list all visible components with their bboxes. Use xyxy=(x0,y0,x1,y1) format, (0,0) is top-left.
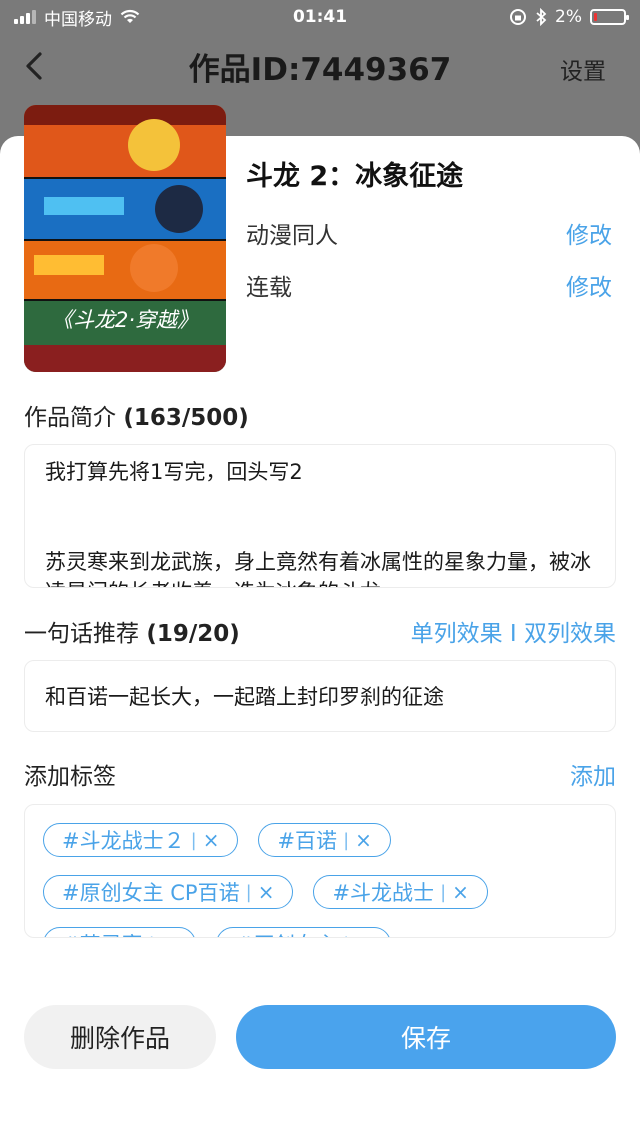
tag-label: #原创女主 CP百诺 xyxy=(62,881,240,905)
status-value: 连载 xyxy=(246,275,292,301)
recommend-text: 和百诺一起长大，一起踏上封印罗刹的征途 xyxy=(45,685,444,709)
intro-label: 作品简介 xyxy=(24,405,116,431)
tag-chip[interactable]: #百诺 | × xyxy=(258,823,391,857)
status-left: 中国移动 xyxy=(14,5,140,30)
intro-count: (163/500) xyxy=(123,405,249,431)
save-button[interactable]: 保存 xyxy=(236,1005,616,1069)
layout-divider: I xyxy=(509,621,517,647)
category-row: 动漫同人 修改 xyxy=(246,216,612,250)
intro-heading: 作品简介 (163/500) xyxy=(24,398,249,432)
back-icon[interactable] xyxy=(20,48,50,84)
tag-chip[interactable]: #斗龙战士２ | × xyxy=(43,823,239,857)
tag-list: #斗龙战士２|×#百诺|×#原创女主 CP百诺|×#斗龙战士|×#苏灵寒|×#原… xyxy=(43,823,597,938)
tag-separator: | xyxy=(190,829,197,851)
status-right: 2% xyxy=(509,7,629,27)
recommend-layout-toggle: 单列效果 I 双列效果 xyxy=(411,614,616,648)
settings-button[interactable]: 设置 xyxy=(560,52,606,86)
remove-tag-icon[interactable]: × xyxy=(258,880,275,904)
category-value: 动漫同人 xyxy=(246,223,338,249)
tag-separator: | xyxy=(343,829,350,851)
tag-label: #百诺 xyxy=(277,829,338,853)
recommend-count: (19/20) xyxy=(146,621,240,647)
cover-image[interactable]: 《斗龙2·穿越》 xyxy=(24,105,226,372)
carrier-name: 中国移动 xyxy=(44,9,112,30)
cover-caption: 《斗龙2·穿越》 xyxy=(52,308,198,332)
remove-tag-icon[interactable]: × xyxy=(203,828,220,852)
page-title: 作品ID:7449367 xyxy=(188,51,452,88)
tag-label: #斗龙战士２ xyxy=(62,829,185,853)
tags-heading: 添加标签 xyxy=(24,764,116,790)
work-title: 斗龙 2：冰象征途 xyxy=(246,161,464,192)
single-column-button[interactable]: 单列效果 xyxy=(411,621,503,647)
nav-bar: 作品ID:7449367 设置 xyxy=(0,34,640,98)
edit-category-button[interactable]: 修改 xyxy=(566,216,612,250)
rotation-lock-icon xyxy=(510,9,527,25)
edit-status-button[interactable]: 修改 xyxy=(566,268,612,302)
tag-chip[interactable]: #原创女主 | × xyxy=(216,927,391,938)
tag-chip[interactable]: #斗龙战士 | × xyxy=(313,875,488,909)
tag-label: #斗龙战士 xyxy=(332,881,435,905)
tag-label: #苏灵寒 xyxy=(62,929,143,937)
tag-separator: | xyxy=(343,934,349,938)
status-row: 连载 修改 xyxy=(246,268,612,302)
tag-chip[interactable]: #苏灵寒 | × xyxy=(43,927,197,938)
remove-tag-icon[interactable]: × xyxy=(355,828,372,852)
battery-percent: 2% xyxy=(555,7,582,27)
cover-artwork: 《斗龙2·穿越》 xyxy=(24,105,226,372)
tags-box: #斗龙战士２|×#百诺|×#原创女主 CP百诺|×#斗龙战士|×#苏灵寒|×#原… xyxy=(24,804,616,938)
remove-tag-icon[interactable]: × xyxy=(452,880,469,904)
tag-chip[interactable]: #原创女主 CP百诺 | × xyxy=(43,875,294,909)
remove-tag-icon[interactable]: × xyxy=(161,932,178,937)
tag-separator: | xyxy=(245,881,252,903)
delete-work-button[interactable]: 删除作品 xyxy=(24,1005,216,1069)
wifi-icon xyxy=(120,9,140,23)
signal-icon xyxy=(14,10,36,24)
tag-separator: | xyxy=(440,881,447,903)
battery-icon xyxy=(590,9,629,25)
status-bar: 中国移动 01:41 2% xyxy=(0,0,640,34)
intro-textarea[interactable]: 我打算先将1写完，回头写2 苏灵寒来到龙武族，身上竟然有着冰属性的星象力量，被冰… xyxy=(24,444,616,588)
recommend-heading: 一句话推荐 (19/20) xyxy=(24,614,240,648)
recommend-label: 一句话推荐 xyxy=(24,621,139,647)
tag-label: #原创女主 xyxy=(235,929,337,937)
remove-tag-icon[interactable]: × xyxy=(355,932,372,937)
recommend-input[interactable]: 和百诺一起长大，一起踏上封印罗刹的征途 xyxy=(24,660,616,732)
add-tag-button[interactable]: 添加 xyxy=(570,757,616,791)
intro-text: 我打算先将1写完，回头写2 苏灵寒来到龙武族，身上竟然有着冰属性的星象力量，被冰… xyxy=(45,460,591,587)
double-column-button[interactable]: 双列效果 xyxy=(524,621,616,647)
bluetooth-icon xyxy=(536,8,547,26)
tag-separator: | xyxy=(149,934,155,938)
